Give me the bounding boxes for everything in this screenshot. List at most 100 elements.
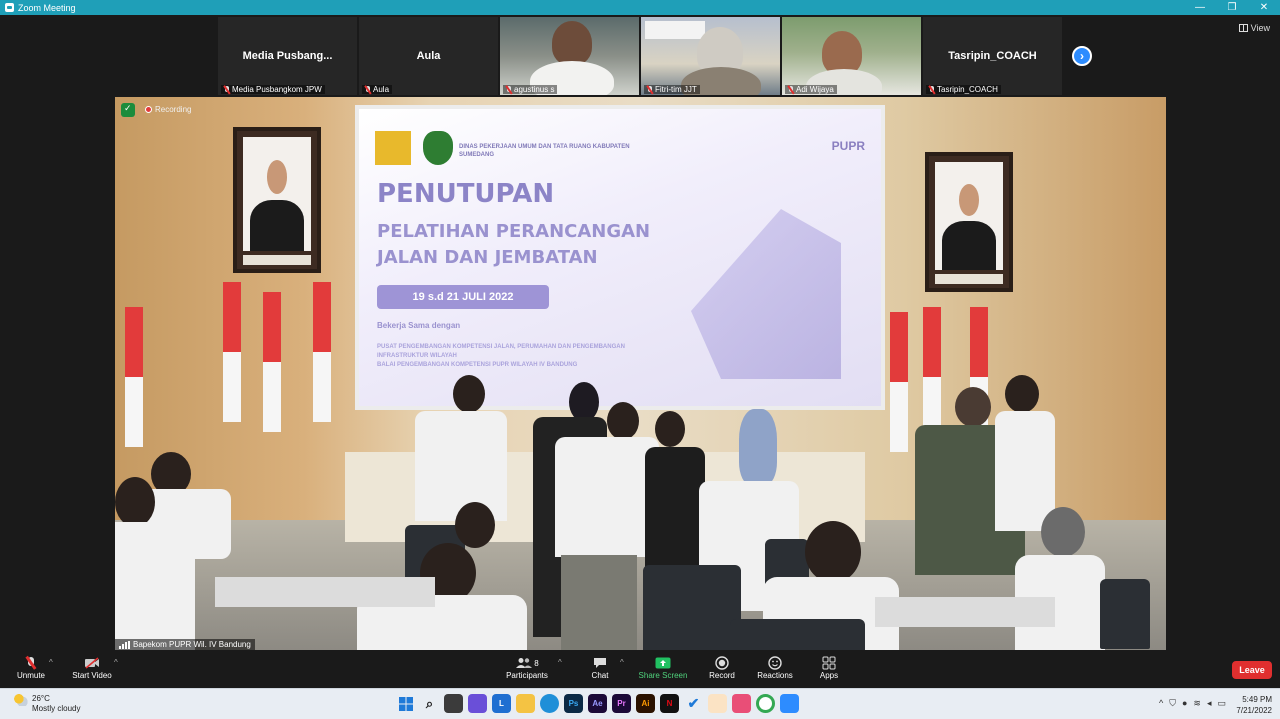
windows-start-icon[interactable] <box>396 694 415 713</box>
zoom-app-icon <box>5 3 14 12</box>
share-screen-icon <box>636 655 690 671</box>
flag <box>890 312 908 452</box>
participant-display-name: Media Pusbang... <box>242 50 333 62</box>
teams-chat-icon[interactable] <box>468 694 487 713</box>
chair <box>1100 579 1150 649</box>
meeting-toolbar: Unmute ^ Start Video ^ 8 Participants ^ … <box>0 652 1280 688</box>
shared-doc-thumbnail <box>645 21 705 39</box>
wifi-icon[interactable]: ≋ <box>1193 698 1201 709</box>
audio-options-caret[interactable]: ^ <box>49 658 53 667</box>
mic-muted-icon <box>506 85 512 94</box>
chat-icon <box>584 655 616 671</box>
netflix-icon[interactable]: N <box>660 694 679 713</box>
slide-cooperation: Bekerja Sama dengan <box>377 321 461 330</box>
start-video-button[interactable]: Start Video <box>70 655 114 680</box>
slide-partners: PUSAT PENGEMBANGAN KOMPETENSI JALAN, PER… <box>377 344 625 368</box>
reactions-icon <box>752 655 798 671</box>
record-icon <box>704 655 740 671</box>
chat-button[interactable]: Chat <box>584 655 616 680</box>
chat-options-caret[interactable]: ^ <box>620 658 624 667</box>
edge-browser-icon[interactable] <box>540 694 559 713</box>
chevron-right-icon: › <box>1080 49 1084 63</box>
encryption-shield-icon[interactable] <box>121 103 135 117</box>
video-options-caret[interactable]: ^ <box>114 658 118 667</box>
wall-portrait-left <box>233 127 321 273</box>
participant-caption: Adi Wijaya <box>785 85 837 94</box>
volume-icon[interactable]: ◂ <box>1207 698 1212 709</box>
slide-logo-crest <box>423 131 453 165</box>
after-effects-icon[interactable]: Ae <box>588 694 607 713</box>
participant-display-name: Tasripin_COACH <box>948 50 1037 62</box>
minimize-button[interactable]: — <box>1184 0 1216 15</box>
chair <box>730 619 865 650</box>
participant-caption: Aula <box>362 85 393 94</box>
record-dot-icon <box>145 106 152 113</box>
file-explorer-icon[interactable] <box>516 694 535 713</box>
weather-widget[interactable]: 26°C Mostly cloudy <box>14 694 80 714</box>
speaker-name-caption: Bapekom PUPR Wil. IV Bandung <box>115 639 255 650</box>
audience-head <box>1041 507 1085 557</box>
participant-tile[interactable]: Aula Aula <box>359 17 498 95</box>
mic-muted-icon <box>788 85 794 94</box>
unmute-button[interactable]: Unmute <box>14 655 48 680</box>
audience-head <box>115 477 155 527</box>
mic-muted-icon <box>929 85 935 94</box>
chevron-up-icon[interactable]: ^ <box>1159 698 1163 709</box>
participants-icon <box>516 658 533 668</box>
participant-tile[interactable]: Media Pusbang... Media Pusbangkom JPW <box>218 17 357 95</box>
battery-icon[interactable]: ▭ <box>1217 698 1226 709</box>
figma-icon[interactable] <box>732 694 751 713</box>
flag <box>313 282 331 422</box>
wall-portrait-right <box>925 152 1013 292</box>
signal-strength-icon <box>119 640 130 649</box>
premiere-pro-icon[interactable]: Pr <box>612 694 631 713</box>
security-icon[interactable]: ⛉ <box>1169 698 1176 709</box>
chrome-icon[interactable] <box>756 694 775 713</box>
participants-count: 8 <box>534 658 539 668</box>
record-button[interactable]: Record <box>704 655 740 680</box>
participant-tile[interactable]: Tasripin_COACH Tasripin_COACH <box>923 17 1062 95</box>
system-clock[interactable]: 5:49 PM 7/21/2022 <box>1236 694 1272 716</box>
meeting-area: View Media Pusbang... Media Pusbangkom J… <box>0 15 1280 652</box>
mic-muted-icon <box>224 85 230 94</box>
audience-body <box>115 522 195 650</box>
apps-button[interactable]: Apps <box>814 655 844 680</box>
next-page-button[interactable]: › <box>1072 46 1092 66</box>
participant-video-tile[interactable]: Adi Wijaya <box>782 17 921 95</box>
search-icon[interactable]: ⌕ <box>420 694 439 713</box>
close-button[interactable]: ✕ <box>1248 0 1280 15</box>
browser-icon[interactable] <box>708 694 727 713</box>
slide-logo-left <box>375 131 411 165</box>
participants-strip: Media Pusbang... Media Pusbangkom JPW Au… <box>218 17 1062 95</box>
photoshop-icon[interactable]: Ps <box>564 694 583 713</box>
partly-cloudy-icon <box>14 694 28 706</box>
participant-video-tile[interactable]: Fitri-tim JJT <box>641 17 780 95</box>
projection-slide: DINAS PEKERJAAN UMUM DAN TATA RUANG KABU… <box>355 105 885 410</box>
participants-options-caret[interactable]: ^ <box>558 658 562 667</box>
share-screen-button[interactable]: Share Screen <box>636 655 690 680</box>
view-button[interactable]: View <box>1238 23 1270 33</box>
recording-indicator[interactable]: Recording <box>145 105 191 114</box>
zoom-taskbar-icon[interactable] <box>780 694 799 713</box>
slide-heading: PENUTUPAN <box>377 179 555 209</box>
illustrator-icon[interactable]: Ai <box>636 694 655 713</box>
todo-check-icon[interactable]: ✔ <box>684 694 703 713</box>
taskbar-apps: ⌕ L Ps Ae Pr Ai N ✔ <box>396 694 799 713</box>
system-tray: ^ ⛉ ● ≋ ◂ ▭ <box>1159 698 1226 709</box>
participant-caption: Fitri-tim JJT <box>644 85 700 94</box>
slide-brand: PUPR <box>831 139 865 153</box>
mic-muted-icon <box>365 85 371 94</box>
participant-caption: Tasripin_COACH <box>926 85 1001 94</box>
windows-taskbar: 26°C Mostly cloudy ⌕ L Ps Ae Pr Ai N ✔ ^… <box>0 688 1280 719</box>
participants-button[interactable]: 8 Participants <box>502 655 552 680</box>
desk <box>875 597 1055 627</box>
slide-date-badge: 19 s.d 21 JULI 2022 <box>377 285 549 309</box>
restore-button[interactable]: ❐ <box>1216 0 1248 15</box>
reactions-button[interactable]: Reactions <box>752 655 798 680</box>
task-view-icon[interactable] <box>444 694 463 713</box>
participant-video-tile[interactable]: agustinus s <box>500 17 639 95</box>
leave-button[interactable]: Leave <box>1232 661 1272 679</box>
microphone-icon[interactable]: ● <box>1182 698 1187 709</box>
title-bar: Zoom Meeting — ❐ ✕ <box>0 0 1280 15</box>
l-app-icon[interactable]: L <box>492 694 511 713</box>
